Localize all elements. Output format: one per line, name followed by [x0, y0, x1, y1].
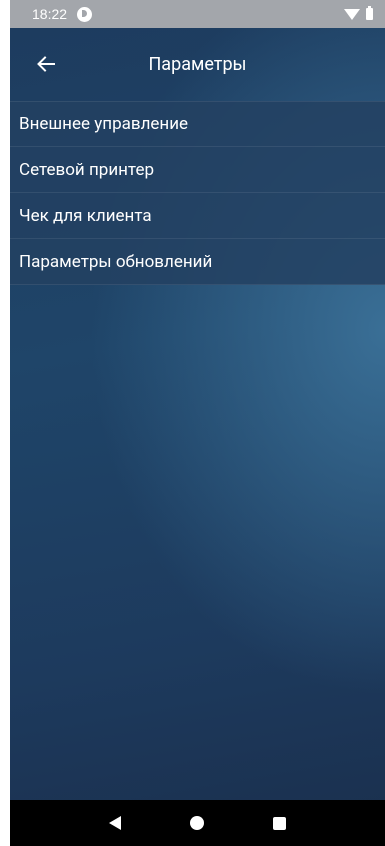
battery-icon [366, 6, 373, 20]
menu-item-label: Чек для клиента [19, 205, 152, 226]
menu-item-label: Сетевой принтер [19, 159, 155, 180]
back-button[interactable] [22, 40, 70, 88]
nav-back-icon[interactable] [109, 816, 122, 830]
status-bar: 18:22 [10, 0, 385, 28]
menu-item-network-printer[interactable]: Сетевой принтер [10, 147, 385, 193]
system-nav-bar [10, 800, 385, 846]
settings-menu-list: Внешнее управление Сетевой принтер Чек д… [10, 101, 385, 285]
wifi-icon [344, 8, 360, 20]
menu-item-label: Параметры обновлений [19, 251, 213, 272]
menu-item-customer-receipt[interactable]: Чек для клиента [10, 193, 385, 239]
arrow-left-icon [37, 56, 55, 72]
menu-item-update-settings[interactable]: Параметры обновлений [10, 239, 385, 285]
status-icons [344, 6, 373, 20]
menu-item-external-control[interactable]: Внешнее управление [10, 101, 385, 147]
phone-screen: 18:22 Параметры Внешнее управление Сетев… [10, 0, 385, 846]
nav-recents-icon[interactable] [272, 816, 286, 830]
menu-item-label: Внешнее управление [19, 114, 189, 134]
status-time: 18:22 [32, 6, 68, 22]
app-bar: Параметры [10, 28, 385, 100]
nav-home-icon[interactable] [189, 816, 204, 830]
notification-app-icon [77, 6, 93, 22]
